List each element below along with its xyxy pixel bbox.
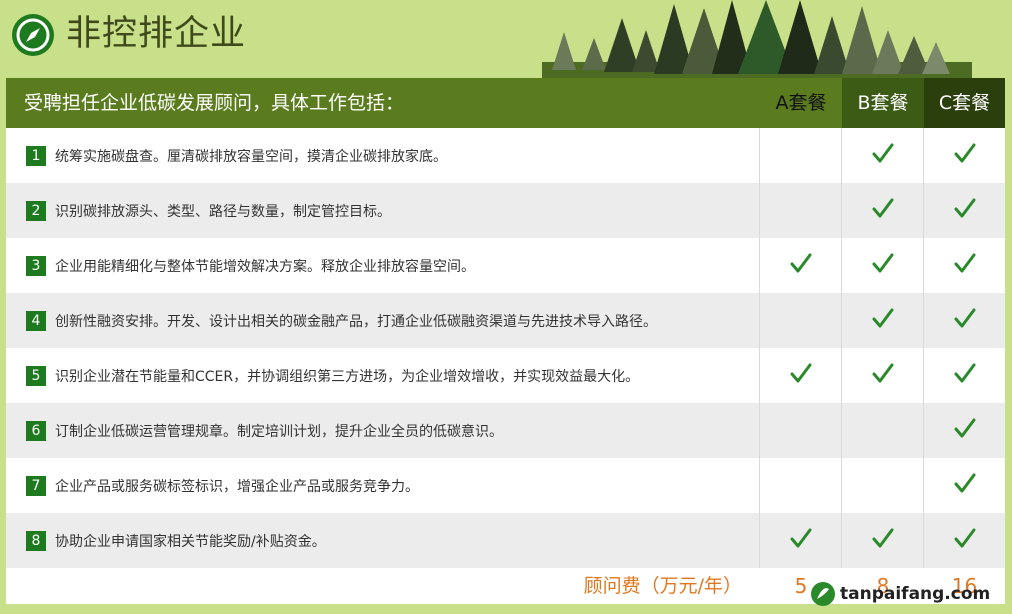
package-b-header: B套餐 [842,78,924,128]
item-text: 企业产品或服务碳标签标识，增强企业产品或服务竞争力。 [55,478,419,495]
checkmark-icon [789,527,813,555]
package-c-cell [924,293,1005,348]
package-a-cell [760,238,842,293]
table-row: 1 统筹实施碳盘查。厘清碳排放容量空间，摸清企业碳排放家底。 [6,128,1005,183]
service-item: 1 统筹实施碳盘查。厘清碳排放容量空间，摸清企业碳排放家底。 [6,128,760,183]
checkmark-icon [871,527,895,555]
table-row: 6 订制企业低碳运营管理规章。制定培训计划，提升企业全员的低碳意识。 [6,403,1005,458]
package-b-cell [842,128,924,183]
service-item: 6 订制企业低碳运营管理规章。制定培训计划，提升企业全员的低碳意识。 [6,403,760,458]
item-text: 协助企业申请国家相关节能奖励/补贴资金。 [55,533,326,550]
checkmark-icon [953,527,977,555]
checkmark-icon [871,142,895,170]
package-b-cell [842,293,924,348]
package-c-cell [924,403,1005,458]
item-number: 5 [26,365,46,386]
table-header: 受聘担任企业低碳发展顾问，具体工作包括： A套餐 B套餐 C套餐 [6,78,1005,128]
page-title: 非控排企业 [66,14,247,54]
checkmark-icon [871,307,895,335]
compass-icon [12,14,54,56]
service-item: 5 识别企业潜在节能量和CCER，并协调组织第三方进场，为企业增效增收，并实现效益… [6,348,760,403]
table-row: 8 协助企业申请国家相关节能奖励/补贴资金。 [6,513,1005,568]
package-c-cell [924,458,1005,513]
package-c-cell [924,513,1005,568]
checkmark-icon [789,252,813,280]
checkmark-icon [871,197,895,225]
site-logo-icon [811,582,835,606]
package-c-cell [924,348,1005,403]
package-a-cell [760,458,842,513]
package-a-header: A套餐 [760,78,842,128]
service-item: 8 协助企业申请国家相关节能奖励/补贴资金。 [6,513,760,568]
package-c-cell [924,238,1005,293]
package-b-cell [842,458,924,513]
item-number: 3 [26,255,46,276]
package-b-cell [842,513,924,568]
checkmark-icon [953,472,977,500]
item-number: 2 [26,200,46,221]
checkmark-icon [953,197,977,225]
item-text: 企业用能精细化与整体节能增效解决方案。释放企业排放容量空间。 [55,258,475,275]
service-item: 7 企业产品或服务碳标签标识，增强企业产品或服务竞争力。 [6,458,760,513]
package-b-cell [842,183,924,238]
checkmark-icon [953,417,977,445]
table-body: 1 统筹实施碳盘查。厘清碳排放容量空间，摸清企业碳排放家底。 2 识别碳排放源头、类型… [6,128,1005,568]
service-item: 3 企业用能精细化与整体节能增效解决方案。释放企业排放容量空间。 [6,238,760,293]
fee-label: 顾问费（万元/年） [583,575,742,597]
service-item: 2 识别碳排放源头、类型、路径与数量，制定管控目标。 [6,183,760,238]
checkmark-icon [789,362,813,390]
item-number: 8 [26,530,46,551]
table-intro: 受聘担任企业低碳发展顾问，具体工作包括： [6,78,760,128]
table-row: 4 创新性融资安排。开发、设计出相关的碳金融产品，打通企业低碳融资渠道与先进技术导… [6,293,1005,348]
package-a-cell [760,183,842,238]
item-text: 创新性融资安排。开发、设计出相关的碳金融产品，打通企业低碳融资渠道与先进技术导入… [55,313,657,330]
package-a-cell [760,293,842,348]
watermark-text: tanpaifang.com [840,584,991,604]
package-b-cell [842,238,924,293]
item-text: 识别企业潜在节能量和CCER，并协调组织第三方进场，为企业增效增收，并实现效益最… [55,368,640,385]
package-b-cell [842,348,924,403]
service-comparison-table: 受聘担任企业低碳发展顾问，具体工作包括： A套餐 B套餐 C套餐 1 统筹实施碳盘… [6,78,1005,604]
table-row: 3 企业用能精细化与整体节能增效解决方案。释放企业排放容量空间。 [6,238,1005,293]
package-c-header: C套餐 [924,78,1005,128]
table-row: 7 企业产品或服务碳标签标识，增强企业产品或服务竞争力。 [6,458,1005,513]
checkmark-icon [953,142,977,170]
package-a-cell [760,348,842,403]
package-c-cell [924,128,1005,183]
checkmark-icon [871,362,895,390]
package-a-cell [760,513,842,568]
site-watermark: tanpaifang.com [810,578,1010,610]
item-number: 7 [26,475,46,496]
service-item: 4 创新性融资安排。开发、设计出相关的碳金融产品，打通企业低碳融资渠道与先进技术导… [6,293,760,348]
item-text: 订制企业低碳运营管理规章。制定培训计划，提升企业全员的低碳意识。 [55,423,503,440]
package-b-cell [842,403,924,458]
checkmark-icon [953,362,977,390]
item-number: 6 [26,420,46,441]
checkmark-icon [953,252,977,280]
forest-decoration [542,0,972,78]
checkmark-icon [871,252,895,280]
checkmark-icon [953,307,977,335]
package-c-cell [924,183,1005,238]
page-header: 非控排企业 [0,0,1012,78]
item-text: 统筹实施碳盘查。厘清碳排放容量空间，摸清企业碳排放家底。 [55,148,447,165]
item-number: 4 [26,310,46,331]
package-a-cell [760,403,842,458]
package-a-cell [760,128,842,183]
table-row: 5 识别企业潜在节能量和CCER，并协调组织第三方进场，为企业增效增收，并实现效益… [6,348,1005,403]
item-number: 1 [26,145,46,166]
item-text: 识别碳排放源头、类型、路径与数量，制定管控目标。 [55,203,391,220]
table-row: 2 识别碳排放源头、类型、路径与数量，制定管控目标。 [6,183,1005,238]
